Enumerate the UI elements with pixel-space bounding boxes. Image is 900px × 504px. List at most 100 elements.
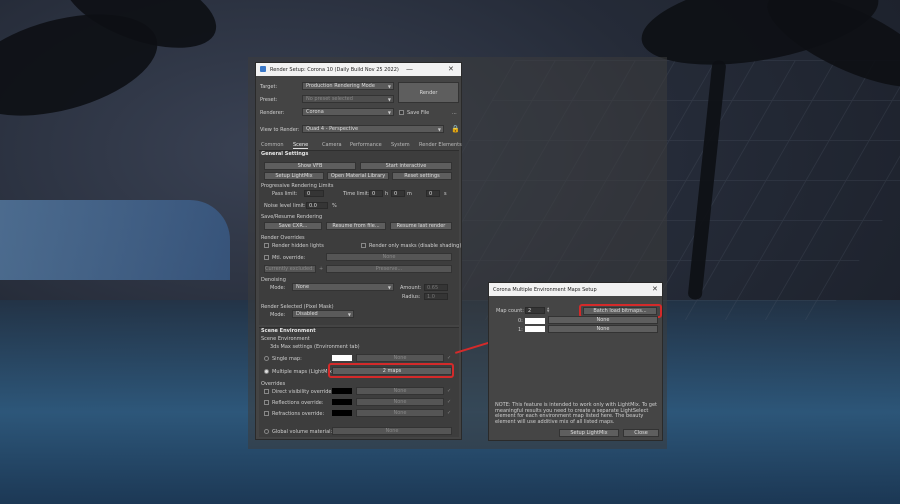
- show-vfb-button[interactable]: Show VFB: [264, 162, 356, 170]
- reflections-toggle-icon[interactable]: ✓: [447, 399, 451, 405]
- save-resume-label: Save/Resume Rendering: [261, 214, 323, 220]
- view-to-render-label: View to Render:: [260, 127, 300, 133]
- exclude-plus[interactable]: +: [319, 266, 323, 272]
- tab-scene[interactable]: Scene: [293, 141, 309, 149]
- refractions-swatch[interactable]: [332, 410, 352, 416]
- single-map-label: Single map:: [272, 356, 302, 362]
- map-count-input[interactable]: 2: [525, 307, 545, 314]
- denoise-mode-dropdown[interactable]: None ▼: [292, 283, 394, 291]
- chevron-down-icon: ▼: [387, 84, 391, 89]
- refractions-checkbox[interactable]: [264, 411, 269, 416]
- preserve-button[interactable]: Preserve...: [326, 265, 452, 273]
- renderer-label: Renderer:: [260, 110, 285, 116]
- resume-last-render-button[interactable]: Resume last render: [390, 222, 452, 230]
- reset-settings-button[interactable]: Reset settings: [392, 172, 452, 180]
- resume-from-file-button[interactable]: Resume from file...: [326, 222, 386, 230]
- reflections-slot[interactable]: None: [356, 398, 444, 406]
- setup-lightmix-button[interactable]: Setup LightMix: [264, 172, 324, 180]
- tab-camera[interactable]: Camera: [322, 141, 342, 149]
- tab-common[interactable]: Common: [261, 141, 284, 149]
- refractions-slot[interactable]: None: [356, 409, 444, 417]
- mtl-override-slot[interactable]: None: [326, 253, 452, 261]
- time-h-input[interactable]: 0: [369, 190, 383, 197]
- multiple-maps-radio[interactable]: [264, 369, 269, 374]
- single-map-color-swatch[interactable]: [332, 355, 352, 361]
- render-setup-titlebar[interactable]: Render Setup: Corona 10 (Daily Build Nov…: [256, 63, 461, 76]
- overrides-label: Overrides: [261, 381, 286, 387]
- pass-limit-label: Pass limit:: [272, 191, 298, 197]
- save-file-label: Save File: [407, 110, 430, 116]
- tab-system[interactable]: System: [391, 141, 410, 149]
- global-volume-slot[interactable]: None: [332, 427, 452, 435]
- tab-render-elements[interactable]: Render Elements: [419, 141, 462, 149]
- close-icon[interactable]: ✕: [448, 65, 454, 73]
- chevron-down-icon: ▼: [437, 127, 441, 132]
- render-hidden-lights-checkbox[interactable]: [264, 243, 269, 248]
- radius-input[interactable]: 1.0: [424, 293, 448, 300]
- direct-visibility-toggle-icon[interactable]: ✓: [447, 388, 451, 394]
- render-button[interactable]: Render: [398, 82, 459, 103]
- direct-visibility-slot[interactable]: None: [356, 387, 444, 395]
- render-only-masks-label: Render only masks (disable shading): [369, 243, 462, 249]
- mtl-override-checkbox[interactable]: [264, 255, 269, 260]
- env-dialog-titlebar[interactable]: Corona Multiple Environment Maps Setup ✕: [489, 283, 662, 296]
- map0-swatch[interactable]: [525, 318, 545, 324]
- reflections-swatch[interactable]: [332, 399, 352, 405]
- direct-visibility-swatch[interactable]: [332, 388, 352, 394]
- map1-slot[interactable]: None: [548, 325, 658, 333]
- highlight-multiple-maps: [328, 363, 454, 378]
- global-volume-radio[interactable]: [264, 429, 269, 434]
- denoising-label: Denoising: [261, 277, 286, 283]
- save-file-checkbox[interactable]: [399, 110, 404, 115]
- h-unit: h: [385, 191, 389, 197]
- save-cxr-button[interactable]: Save CXR...: [264, 222, 322, 230]
- noise-level-label: Noise level limit:: [264, 203, 306, 209]
- scene-environment-header[interactable]: Scene Environment: [261, 328, 316, 334]
- target-dropdown[interactable]: Production Rendering Mode ▼: [302, 82, 394, 90]
- max-settings-label: 3ds Max settings (Environment tab): [270, 344, 360, 350]
- denoise-mode-label: Mode:: [270, 285, 286, 291]
- general-settings-header[interactable]: General Settings: [261, 151, 308, 157]
- env-maps-dialog: Corona Multiple Environment Maps Setup ✕…: [488, 282, 663, 441]
- amount-input[interactable]: 0.65: [424, 284, 448, 291]
- currently-excluded-button[interactable]: Currently excluded: 0: [264, 265, 316, 273]
- amount-label: Amount:: [400, 285, 422, 291]
- lock-icon[interactable]: 🔒: [451, 125, 460, 133]
- single-map-toggle-icon[interactable]: ✓: [447, 355, 451, 361]
- render-overrides-label: Render Overrides: [261, 235, 305, 241]
- map-count-spinner[interactable]: ▲ ▼: [547, 307, 550, 314]
- single-map-slot[interactable]: None: [356, 354, 444, 362]
- pass-limit-input[interactable]: 0: [304, 190, 324, 197]
- setup-lightmix-button[interactable]: Setup LightMix: [559, 429, 619, 437]
- direct-visibility-checkbox[interactable]: [264, 389, 269, 394]
- time-m-input[interactable]: 0: [391, 190, 405, 197]
- preset-dropdown[interactable]: No preset selected ▼: [302, 95, 394, 103]
- reflections-checkbox[interactable]: [264, 400, 269, 405]
- render-selected-mode-dropdown[interactable]: Disabled ▼: [292, 310, 354, 318]
- noise-level-input[interactable]: 0.0: [306, 202, 328, 209]
- open-material-library-button[interactable]: Open Material Library: [327, 172, 389, 180]
- chevron-down-icon: ▼: [387, 97, 391, 102]
- close-button[interactable]: Close: [623, 429, 659, 437]
- map0-slot[interactable]: None: [548, 316, 658, 324]
- start-interactive-button[interactable]: Start interactive: [360, 162, 452, 170]
- reflections-label: Reflections override:: [272, 400, 324, 406]
- multiple-maps-label: Multiple maps (LightMix):: [272, 369, 336, 375]
- refractions-toggle-icon[interactable]: ✓: [447, 410, 451, 416]
- map1-swatch[interactable]: [525, 326, 545, 332]
- app-icon: [260, 66, 266, 72]
- scene-environment-label: Scene Environment: [261, 336, 310, 342]
- save-file-browse[interactable]: ...: [452, 110, 457, 116]
- chevron-down-icon: ▼: [347, 312, 351, 317]
- view-to-render-dropdown[interactable]: Quad 4 - Perspective ▼: [302, 125, 444, 133]
- env-dialog-title: Corona Multiple Environment Maps Setup: [493, 286, 597, 293]
- s-unit: s: [444, 191, 447, 197]
- render-only-masks-checkbox[interactable]: [361, 243, 366, 248]
- tab-performance[interactable]: Performance: [350, 141, 382, 149]
- time-s-input[interactable]: 0: [426, 190, 440, 197]
- renderer-dropdown[interactable]: Corona ▼: [302, 108, 394, 116]
- direct-visibility-label: Direct visibility override:: [272, 389, 334, 395]
- close-icon[interactable]: ✕: [652, 285, 658, 293]
- single-map-radio[interactable]: [264, 356, 269, 361]
- minimize-icon[interactable]: —: [406, 65, 413, 73]
